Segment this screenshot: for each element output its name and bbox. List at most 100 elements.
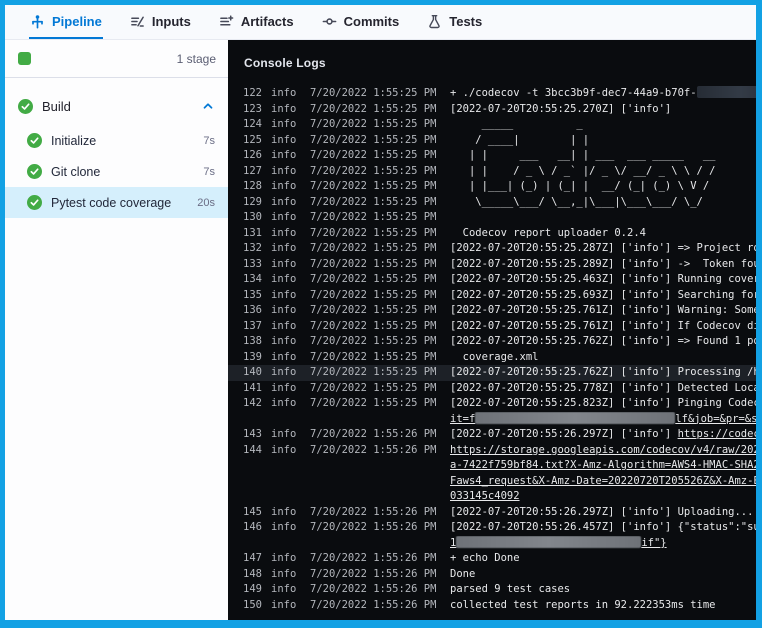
log-link[interactable]: https://codecov.io/: [678, 428, 756, 440]
log-line[interactable]: 128info7/20/2022 1:55:25 PM | |___| (_) …: [228, 179, 756, 195]
log-line-number: 141: [238, 381, 262, 397]
log-message: / ____| | |: [450, 133, 756, 149]
log-line[interactable]: 135info7/20/2022 1:55:25 PM[2022-07-20T2…: [228, 288, 756, 304]
log-link[interactable]: Faws4_request&X-Amz-Date=20220720T205526…: [450, 475, 756, 487]
log-level: info: [271, 365, 301, 381]
log-line[interactable]: it=f lf&job=&pr=&se: [228, 412, 756, 428]
log-line[interactable]: 141info7/20/2022 1:55:25 PM[2022-07-20T2…: [228, 381, 756, 397]
log-timestamp: 7/20/2022 1:55:25 PM: [310, 210, 442, 226]
log-line[interactable]: 033145c4092: [228, 489, 756, 505]
log-line[interactable]: 134info7/20/2022 1:55:25 PM[2022-07-20T2…: [228, 272, 756, 288]
log-level: info: [271, 520, 301, 536]
log-line[interactable]: 145info7/20/2022 1:55:26 PM[2022-07-20T2…: [228, 505, 756, 521]
log-link[interactable]: 033145c4092: [450, 490, 520, 502]
pipeline-execution-window: Pipeline Inputs Artifacts Commits Tests 1 st…: [0, 0, 762, 628]
log-line-number: 133: [238, 257, 262, 273]
log-timestamp: 7/20/2022 1:55:25 PM: [310, 133, 442, 149]
log-timestamp: 7/20/2022 1:55:25 PM: [310, 195, 442, 211]
log-line[interactable]: 147info7/20/2022 1:55:26 PM+ echo Done: [228, 551, 756, 567]
log-line[interactable]: 124info7/20/2022 1:55:25 PM _____ _: [228, 117, 756, 133]
log-line[interactable]: 149info7/20/2022 1:55:26 PMparsed 9 test…: [228, 582, 756, 598]
log-timestamp: 7/20/2022 1:55:25 PM: [310, 117, 442, 133]
log-line[interactable]: 133info7/20/2022 1:55:25 PM[2022-07-20T2…: [228, 257, 756, 273]
log-line[interactable]: 1if"}: [228, 536, 756, 552]
tab-tests[interactable]: Tests: [426, 5, 483, 39]
log-line[interactable]: 130info7/20/2022 1:55:25 PM: [228, 210, 756, 226]
log-text: / ____| | |: [450, 134, 589, 146]
log-link[interactable]: https://storage.googleapis.com/codecov/v…: [450, 444, 756, 456]
log-timestamp: 7/20/2022 1:55:25 PM: [310, 272, 442, 288]
log-line[interactable]: 132info7/20/2022 1:55:25 PM[2022-07-20T2…: [228, 241, 756, 257]
log-line[interactable]: 150info7/20/2022 1:55:26 PMcollected tes…: [228, 598, 756, 614]
log-link[interactable]: a-7422f759bf84.txt?X-Amz-Algorithm=AWS4-…: [450, 459, 756, 471]
chevron-up-icon[interactable]: [201, 99, 215, 113]
log-line-number: 132: [238, 241, 262, 257]
log-line[interactable]: 126info7/20/2022 1:55:25 PM | | ___ __| …: [228, 148, 756, 164]
log-level: info: [271, 210, 301, 226]
log-line[interactable]: Faws4_request&X-Amz-Date=20220720T205526…: [228, 474, 756, 490]
stage-group-build[interactable]: Build: [5, 87, 228, 125]
tab-inputs[interactable]: Inputs: [129, 5, 192, 39]
step-duration: 7s: [203, 135, 215, 147]
log-text: + ./codecov -t 3bcc3b9f-dec7-44a9-b70f-: [450, 87, 697, 99]
log-level: info: [271, 133, 301, 149]
log-message: Faws4_request&X-Amz-Date=20220720T205526…: [450, 474, 756, 490]
tab-label: Pipeline: [52, 14, 102, 29]
log-timestamp: 7/20/2022 1:55:26 PM: [310, 505, 442, 521]
tab-pipeline[interactable]: Pipeline: [29, 5, 103, 39]
log-line-number: 131: [238, 226, 262, 242]
log-line[interactable]: 146info7/20/2022 1:55:26 PM[2022-07-20T2…: [228, 520, 756, 536]
step-initialize[interactable]: Initialize7s: [5, 125, 228, 156]
log-message: [2022-07-20T20:55:25.761Z] ['info'] Warn…: [450, 303, 756, 319]
log-line-number: 135: [238, 288, 262, 304]
log-line[interactable]: 143info7/20/2022 1:55:26 PM[2022-07-20T2…: [228, 427, 756, 443]
tab-label: Commits: [344, 14, 400, 29]
success-check-icon: [18, 99, 33, 114]
log-line[interactable]: 123info7/20/2022 1:55:25 PM[2022-07-20T2…: [228, 102, 756, 118]
log-line-number: 150: [238, 598, 262, 614]
step-git-clone[interactable]: Git clone7s: [5, 156, 228, 187]
success-check-icon: [27, 164, 42, 179]
log-message: + ./codecov -t 3bcc3b9f-dec7-44a9-b70f-: [450, 86, 756, 102]
log-message: [2022-07-20T20:55:25.270Z] ['info']: [450, 102, 756, 118]
redacted-text: [456, 536, 641, 548]
log-line[interactable]: 139info7/20/2022 1:55:25 PM coverage.xml: [228, 350, 756, 366]
log-line[interactable]: 138info7/20/2022 1:55:25 PM[2022-07-20T2…: [228, 334, 756, 350]
log-line[interactable]: 142info7/20/2022 1:55:25 PM[2022-07-20T2…: [228, 396, 756, 412]
stage-count-label: 1 stage: [177, 52, 216, 66]
log-line-number: 138: [238, 334, 262, 350]
log-level: info: [271, 350, 301, 366]
log-line-number: 142: [238, 396, 262, 412]
log-line[interactable]: a-7422f759bf84.txt?X-Amz-Algorithm=AWS4-…: [228, 458, 756, 474]
log-line-number: 144: [238, 443, 262, 459]
log-line[interactable]: 125info7/20/2022 1:55:25 PM / ____| | |: [228, 133, 756, 149]
step-label: Pytest code coverage: [51, 196, 171, 210]
log-link[interactable]: lf&job=&pr=&se: [675, 413, 756, 425]
log-message: a-7422f759bf84.txt?X-Amz-Algorithm=AWS4-…: [450, 458, 756, 474]
log-line[interactable]: 122info7/20/2022 1:55:25 PM+ ./codecov -…: [228, 86, 756, 102]
tab-label: Inputs: [152, 14, 191, 29]
step-duration: 20s: [197, 197, 215, 209]
log-line[interactable]: 144info7/20/2022 1:55:26 PMhttps://stora…: [228, 443, 756, 459]
log-line-number: 128: [238, 179, 262, 195]
log-line[interactable]: 140info7/20/2022 1:55:25 PM[2022-07-20T2…: [228, 365, 756, 381]
tab-commits[interactable]: Commits: [321, 5, 401, 39]
log-message: | |___| (_) | (_| | __/ (_| (_) \ V /: [450, 179, 756, 195]
log-level: info: [271, 443, 301, 459]
log-text: Done: [450, 568, 475, 580]
log-link[interactable]: it=f: [450, 413, 475, 425]
log-line[interactable]: 136info7/20/2022 1:55:25 PM[2022-07-20T2…: [228, 303, 756, 319]
log-text: [2022-07-20T20:55:25.463Z] ['info'] Runn…: [450, 273, 756, 285]
log-link[interactable]: if"}: [641, 537, 666, 549]
log-line[interactable]: 127info7/20/2022 1:55:25 PM | | / _ \ / …: [228, 164, 756, 180]
tab-artifacts[interactable]: Artifacts: [218, 5, 295, 39]
log-line[interactable]: 137info7/20/2022 1:55:25 PM[2022-07-20T2…: [228, 319, 756, 335]
step-pytest-code-coverage[interactable]: Pytest code coverage 20s: [5, 187, 228, 218]
log-level: info: [271, 303, 301, 319]
log-line[interactable]: 131info7/20/2022 1:55:25 PM Codecov repo…: [228, 226, 756, 242]
log-message: [2022-07-20T20:55:25.778Z] ['info'] Dete…: [450, 381, 756, 397]
log-message: _____ _: [450, 117, 756, 133]
log-line[interactable]: 129info7/20/2022 1:55:25 PM \_____\___/ …: [228, 195, 756, 211]
log-message: [2022-07-20T20:55:25.463Z] ['info'] Runn…: [450, 272, 756, 288]
log-line[interactable]: 148info7/20/2022 1:55:26 PMDone: [228, 567, 756, 583]
